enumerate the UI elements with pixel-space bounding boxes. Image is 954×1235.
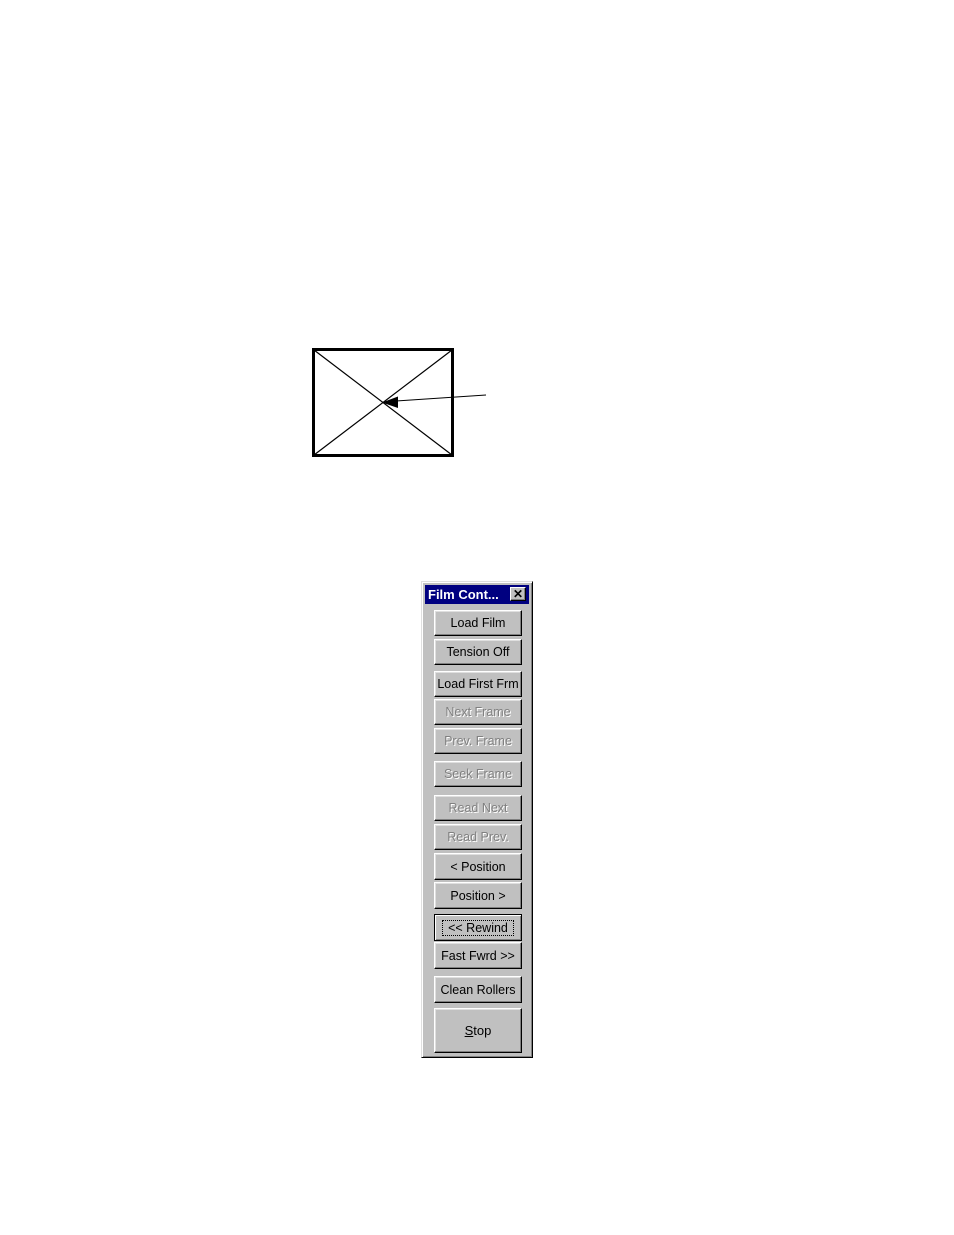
close-icon: ✕ (512, 587, 524, 601)
button-label: Stop (464, 1023, 492, 1038)
next-frame-button[interactable]: Next Frame (434, 699, 522, 725)
prev-frame-button[interactable]: Prev. Frame (434, 728, 522, 754)
button-label: Tension Off (446, 645, 510, 659)
button-label: Read Next (448, 801, 508, 815)
read-next-button[interactable]: Read Next (434, 795, 522, 821)
clean-rollers-button[interactable]: Clean Rollers (434, 976, 522, 1003)
crossed-box-diagram (312, 348, 487, 457)
button-label: Seek Frame (443, 767, 513, 781)
tension-off-button[interactable]: Tension Off (434, 639, 522, 665)
close-button[interactable]: ✕ (510, 587, 526, 601)
rewind-button[interactable]: << Rewind (434, 914, 522, 941)
load-film-button[interactable]: Load Film (434, 610, 522, 636)
read-prev-button[interactable]: Read Prev. (434, 824, 522, 850)
position-back-button[interactable]: < Position (434, 853, 522, 880)
button-label: Prev. Frame (444, 734, 512, 748)
title-bar[interactable]: Film Cont... ✕ (425, 585, 529, 604)
button-label: Fast Fwrd >> (441, 948, 515, 963)
button-label: << Rewind (442, 919, 514, 936)
film-control-palette: Film Cont... ✕ Load Film Tension Off Loa… (421, 581, 533, 1058)
load-first-frame-button[interactable]: Load First Frm (434, 671, 522, 697)
button-label: Position > (450, 888, 506, 903)
button-label: < Position (450, 859, 506, 874)
image-placeholder-figure (312, 348, 487, 457)
button-label: Next Frame (445, 705, 511, 719)
fast-forward-button[interactable]: Fast Fwrd >> (434, 942, 522, 969)
button-label: Read Prev. (447, 830, 509, 844)
position-forward-button[interactable]: Position > (434, 882, 522, 909)
button-label: Load Film (450, 616, 506, 630)
window-title: Film Cont... (428, 587, 499, 602)
stop-button[interactable]: Stop (434, 1008, 522, 1053)
button-label: Clean Rollers (440, 982, 516, 997)
seek-frame-button[interactable]: Seek Frame (434, 761, 522, 787)
mnemonic-letter: S (464, 1023, 474, 1038)
button-label: Load First Frm (437, 677, 519, 691)
